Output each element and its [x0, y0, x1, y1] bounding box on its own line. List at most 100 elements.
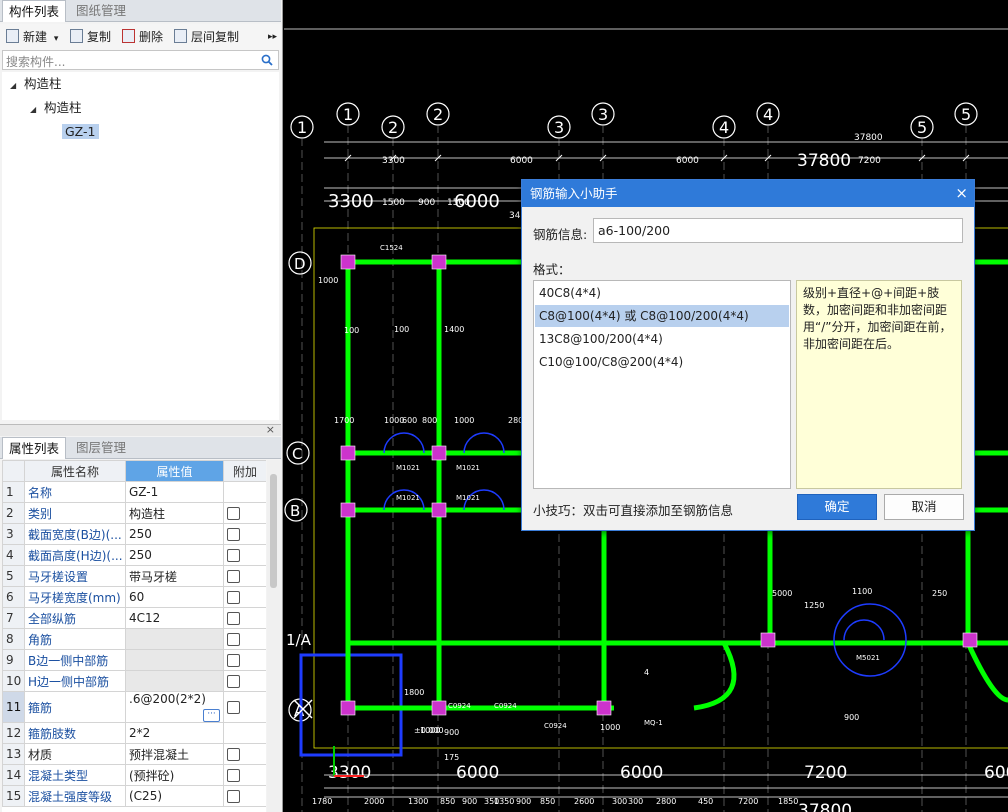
tree-item-leaf[interactable]: GZ-1	[62, 122, 99, 142]
dimension-text: 850	[540, 797, 555, 806]
axis-label: 1/A	[286, 631, 312, 649]
table-row[interactable]: 3 截面宽度(B边)(... 250	[2, 523, 266, 545]
extra-checkbox[interactable]	[227, 633, 240, 646]
property-value: 预拌混凝土	[129, 747, 190, 762]
floor-copy-button[interactable]: 层间复制	[174, 28, 239, 46]
table-row[interactable]: 4 截面高度(H边)(... 250	[2, 544, 266, 566]
dimension-text: 1300	[408, 797, 428, 806]
extra-checkbox[interactable]	[227, 675, 240, 688]
table-row[interactable]: 10 H边一侧中部筋	[2, 670, 266, 692]
ok-button[interactable]: 确定	[797, 494, 877, 520]
new-button[interactable]: 新建 ▾	[6, 28, 58, 46]
tab-drawing-management[interactable]: 图纸管理	[70, 0, 132, 22]
table-row[interactable]: 1 名称 GZ-1	[2, 481, 266, 503]
extra-cell	[223, 691, 266, 723]
extra-checkbox[interactable]	[227, 790, 240, 803]
toolbar-more-icon[interactable]: ▸▸	[268, 28, 277, 46]
header-property-value[interactable]: 属性值	[125, 460, 224, 482]
table-row[interactable]: 7 全部纵筋 4C12	[2, 607, 266, 629]
tab-layer-management[interactable]: 图层管理	[70, 437, 132, 459]
dimension-text: 7200	[858, 156, 881, 166]
cad-label: 1400	[444, 325, 464, 334]
tab-component-list[interactable]: 构件列表	[2, 0, 67, 22]
property-scrollbar[interactable]	[267, 460, 280, 812]
table-row[interactable]: 14 混凝土类型 (预拌砼)	[2, 764, 266, 786]
property-value-cell[interactable]	[125, 670, 224, 692]
structural-column	[760, 632, 776, 648]
expand-arrow-icon[interactable]: ◢	[10, 76, 24, 96]
extra-cell	[223, 785, 266, 807]
table-row[interactable]: 5 马牙槎设置 带马牙槎	[2, 565, 266, 587]
axis-label: 4	[719, 118, 729, 137]
extra-checkbox[interactable]	[227, 612, 240, 625]
extra-checkbox[interactable]	[227, 769, 240, 782]
table-row[interactable]: 9 B边一侧中部筋	[2, 649, 266, 671]
header-extra[interactable]: 附加	[223, 460, 266, 482]
structural-column	[340, 445, 356, 461]
table-row[interactable]: 6 马牙槎宽度(mm) 60	[2, 586, 266, 608]
extra-checkbox[interactable]	[227, 549, 240, 562]
format-list[interactable]: 40C8(4*4) C8@100(4*4) 或 C8@100/200(4*4) 13…	[533, 280, 791, 489]
table-row[interactable]: 11 箍筋 .6@200(2*2) ···	[2, 691, 266, 723]
expand-arrow-icon[interactable]: ◢	[30, 100, 44, 120]
extra-checkbox[interactable]	[227, 654, 240, 667]
component-toolbar: 新建 ▾ 复制 删除 层间复制 ▸▸	[0, 24, 281, 50]
extra-checkbox[interactable]	[227, 591, 240, 604]
format-item[interactable]: 40C8(4*4)	[535, 282, 789, 304]
ellipsis-button[interactable]: ···	[203, 709, 220, 722]
table-row[interactable]: 2 类别 构造柱	[2, 502, 266, 524]
rebar-info-input[interactable]: a6-100/200	[593, 218, 963, 243]
close-icon[interactable]: ×	[955, 180, 968, 207]
property-value: 带马牙槎	[129, 569, 178, 584]
property-value-cell[interactable]: GZ-1	[125, 481, 224, 503]
tree-item-child[interactable]: ◢ 构造柱	[30, 98, 82, 118]
extra-checkbox[interactable]	[227, 748, 240, 761]
table-row[interactable]: 8 角筋	[2, 628, 266, 650]
extra-checkbox[interactable]	[227, 528, 240, 541]
property-value-cell[interactable]: 60	[125, 586, 224, 608]
delete-button[interactable]: 删除	[122, 28, 163, 46]
tab-property-list[interactable]: 属性列表	[2, 437, 67, 459]
property-value-cell[interactable]: 预拌混凝土	[125, 743, 224, 765]
property-value-cell[interactable]: 2*2	[125, 722, 224, 744]
format-hint: 级别+直径+@+间距+肢数，加密间距和非加密间距用“/”分开，加密间距在前，非加…	[796, 280, 962, 489]
property-grid: 属性名称 属性值 附加 1 名称 GZ-1 2 类别 构造柱 3 截面宽度(B边)(... 25…	[2, 460, 266, 812]
extra-checkbox[interactable]	[227, 507, 240, 520]
cad-label: 1000	[318, 276, 338, 285]
property-value-cell[interactable]	[125, 628, 224, 650]
extra-checkbox[interactable]	[227, 570, 240, 583]
copy-button[interactable]: 复制	[70, 28, 111, 46]
extra-cell	[223, 607, 266, 629]
search-input[interactable]: 搜索构件...	[2, 50, 279, 70]
property-value-cell[interactable]: 250	[125, 544, 224, 566]
extra-checkbox[interactable]	[227, 701, 240, 714]
tip-text: 小技巧：双击可直接添加至钢筋信息	[533, 503, 734, 518]
table-row[interactable]: 12 箍筋肢数 2*2	[2, 722, 266, 744]
table-row[interactable]: 13 材质 预拌混凝土	[2, 743, 266, 765]
search-icon[interactable]	[261, 54, 273, 66]
property-value-cell[interactable]: (C25)	[125, 785, 224, 807]
scrollbar-thumb[interactable]	[270, 474, 277, 588]
row-number: 2	[2, 502, 25, 524]
table-row[interactable]: 15 混凝土强度等级 (C25)	[2, 785, 266, 807]
property-value-cell[interactable]: 带马牙槎	[125, 565, 224, 587]
property-value-cell[interactable]: (预拌砼)	[125, 764, 224, 786]
property-value[interactable]: .6@200(2*2)	[129, 693, 206, 707]
new-dropdown-arrow-icon[interactable]: ▾	[54, 34, 59, 44]
cancel-button[interactable]: 取消	[884, 494, 964, 520]
format-item[interactable]: C8@100(4*4) 或 C8@100/200(4*4)	[535, 305, 789, 327]
tree-item-root[interactable]: ◢ 构造柱	[10, 74, 62, 94]
property-value-cell[interactable]: .6@200(2*2) ···	[125, 691, 224, 723]
property-value-cell[interactable]: 250	[125, 523, 224, 545]
property-value-cell[interactable]: 构造柱	[125, 502, 224, 524]
header-property-name[interactable]: 属性名称	[24, 460, 126, 482]
property-value-cell[interactable]: 4C12	[125, 607, 224, 629]
dimension-text: 1500	[382, 198, 405, 208]
structural-column	[431, 445, 447, 461]
property-value-cell[interactable]	[125, 649, 224, 671]
property-value: (C25)	[129, 789, 163, 803]
format-item[interactable]: C10@100/C8@200(4*4)	[535, 351, 789, 373]
format-item[interactable]: 13C8@100/200(4*4)	[535, 328, 789, 350]
close-icon[interactable]: ×	[266, 423, 275, 436]
panel-splitter[interactable]: ×	[0, 423, 281, 436]
